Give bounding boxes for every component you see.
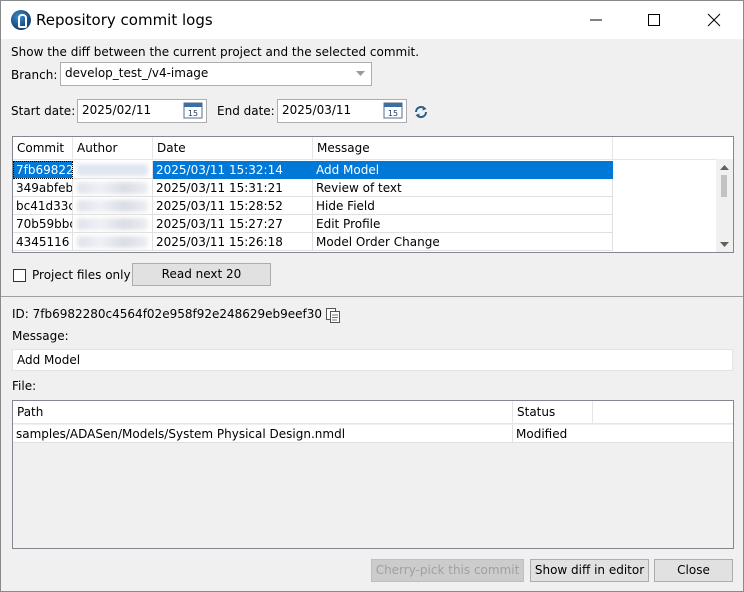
window-title: Repository commit logs xyxy=(36,11,213,29)
title-bar[interactable]: Repository commit logs xyxy=(1,1,743,39)
table-row[interactable]: 349abfeb 2025/03/11 15:31:21 Review of t… xyxy=(13,179,733,197)
file-status: Modified xyxy=(513,425,733,443)
calendar-icon[interactable]: 15 xyxy=(383,102,403,119)
calendar-number: 15 xyxy=(188,109,198,118)
close-window-button[interactable] xyxy=(685,1,743,39)
file-label: File: xyxy=(12,379,37,393)
commits-scrollbar[interactable] xyxy=(716,159,733,252)
description-text: Show the diff between the current projec… xyxy=(11,45,420,59)
commit-date: 2025/03/11 15:31:21 xyxy=(153,179,313,197)
author-cell xyxy=(73,233,153,251)
commit-message-value: Add Model xyxy=(17,353,81,367)
branch-value: develop_test_/v4-image xyxy=(65,66,209,80)
commit-log-window: Repository commit logs Show the diff bet… xyxy=(0,0,744,592)
files-table-header: Path Status xyxy=(13,401,733,424)
maximize-icon xyxy=(648,14,660,26)
commit-hash: 349abfeb xyxy=(13,179,73,197)
files-table[interactable]: Path Status samples/ADASen/Models/System… xyxy=(12,400,734,549)
commit-message: Edit Profile xyxy=(313,215,613,233)
app-logo-icon xyxy=(11,10,31,30)
scroll-up-icon[interactable] xyxy=(720,165,729,171)
branch-label: Branch: xyxy=(11,68,58,82)
commit-hash: bc41d33c xyxy=(13,197,73,215)
file-path: samples/ADASen/Models/System Physical De… xyxy=(13,425,513,443)
column-header-status[interactable]: Status xyxy=(513,401,593,423)
commit-hash: 4345116 xyxy=(13,233,73,251)
column-header-path[interactable]: Path xyxy=(13,401,513,423)
branch-select[interactable]: develop_test_/v4-image xyxy=(60,62,372,86)
commit-hash: 70b59bbc xyxy=(13,215,73,233)
copy-icon[interactable] xyxy=(325,307,341,323)
table-row[interactable]: 4345116 2025/03/11 15:26:18 Model Order … xyxy=(13,233,733,251)
scroll-down-icon[interactable] xyxy=(720,242,729,248)
chevron-down-icon xyxy=(356,71,365,76)
table-row[interactable]: bc41d33c 2025/03/11 15:28:52 Hide Field xyxy=(13,197,733,215)
commit-message: Add Model xyxy=(313,161,613,179)
commit-id-text: ID: 7fb6982280c4564f02e958f92e248629eb9e… xyxy=(12,307,323,321)
close-button[interactable]: Close xyxy=(654,559,733,582)
maximize-button[interactable] xyxy=(625,1,683,39)
read-next-button[interactable]: Read next 20 xyxy=(132,263,271,286)
commits-table[interactable]: Commit Author Date Message 7fb69822 2025… xyxy=(12,136,734,253)
end-date-field[interactable]: 2025/03/11 15 xyxy=(277,99,407,123)
project-files-only-label[interactable]: Project files only xyxy=(32,268,131,282)
end-date-label: End date: xyxy=(217,104,275,118)
minimize-button[interactable] xyxy=(567,1,625,39)
refresh-icon[interactable] xyxy=(413,104,429,120)
cherry-pick-button[interactable]: Cherry-pick this commit xyxy=(371,559,524,582)
commit-message: Hide Field xyxy=(313,197,613,215)
calendar-number: 15 xyxy=(388,109,398,118)
message-label: Message: xyxy=(12,329,69,343)
end-date-value: 2025/03/11 xyxy=(282,103,352,117)
table-row[interactable]: 7fb69822 2025/03/11 15:32:14 Add Model xyxy=(13,161,733,179)
commit-date: 2025/03/11 15:32:14 xyxy=(153,161,313,179)
commit-hash: 7fb69822 xyxy=(13,161,73,179)
start-date-label: Start date: xyxy=(11,104,76,118)
commit-date: 2025/03/11 15:28:52 xyxy=(153,197,313,215)
column-header-date[interactable]: Date xyxy=(153,137,313,159)
commit-date: 2025/03/11 15:27:27 xyxy=(153,215,313,233)
divider xyxy=(1,296,743,297)
minimize-icon xyxy=(590,19,602,21)
column-header-message[interactable]: Message xyxy=(313,137,613,159)
close-icon xyxy=(707,13,721,27)
author-cell xyxy=(73,161,153,179)
start-date-field[interactable]: 2025/02/11 15 xyxy=(77,99,207,123)
scroll-thumb[interactable] xyxy=(721,175,727,197)
table-row[interactable]: 70b59bbc 2025/03/11 15:27:27 Edit Profil… xyxy=(13,215,733,233)
column-header-author[interactable]: Author xyxy=(73,137,153,159)
commits-table-header: Commit Author Date Message xyxy=(13,137,733,160)
commit-message-field: Add Model xyxy=(12,349,733,371)
column-header-commit[interactable]: Commit xyxy=(13,137,73,159)
commit-date: 2025/03/11 15:26:18 xyxy=(153,233,313,251)
author-cell xyxy=(73,179,153,197)
author-cell xyxy=(73,215,153,233)
commit-message: Review of text xyxy=(313,179,613,197)
start-date-value: 2025/02/11 xyxy=(82,103,152,117)
author-cell xyxy=(73,197,153,215)
project-files-only-checkbox[interactable] xyxy=(13,269,26,282)
commit-message: Model Order Change xyxy=(313,233,613,251)
calendar-icon[interactable]: 15 xyxy=(183,102,203,119)
show-diff-button[interactable]: Show diff in editor xyxy=(530,559,649,582)
table-row[interactable]: samples/ADASen/Models/System Physical De… xyxy=(13,425,733,443)
